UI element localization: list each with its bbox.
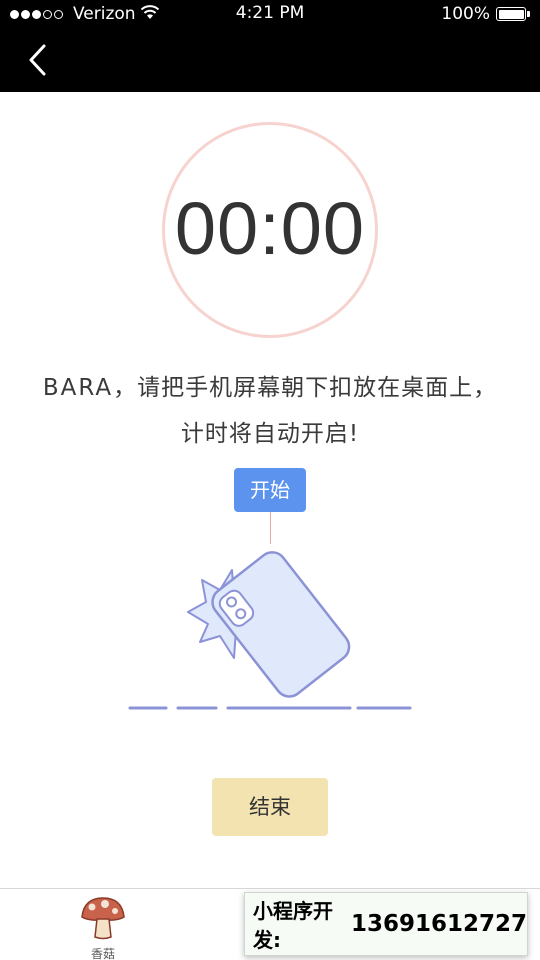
start-button[interactable]: 开始 xyxy=(234,468,306,512)
battery-icon xyxy=(496,7,526,21)
back-chevron-icon[interactable] xyxy=(22,42,58,78)
overlay-phone-number: 13691612727 xyxy=(350,911,527,937)
developer-contact-overlay: 小程序开发: 13691612727 xyxy=(244,892,528,956)
instruction-line-2: 计时将自动开启! xyxy=(180,421,360,447)
battery-percent: 100% xyxy=(441,4,490,24)
overlay-label: 小程序开发: xyxy=(253,899,333,952)
timer-ring: 00:00 xyxy=(162,122,378,338)
tab-label: 香菇 xyxy=(90,947,115,960)
status-bar: Verizon 4:21 PM 100% xyxy=(0,0,540,28)
phone-facedown-illustration xyxy=(128,551,412,710)
phone-icon xyxy=(211,551,351,698)
user-name: BARA xyxy=(42,375,114,401)
battery-status: 100% xyxy=(441,4,530,24)
tab-mushroom[interactable]: 香菇 xyxy=(66,893,140,960)
navigation-bar xyxy=(0,28,540,92)
timer-display: 00:00 xyxy=(174,187,366,270)
mushroom-icon xyxy=(81,897,125,940)
instruction-line-1: BARA，请把手机屏幕朝下扣放在桌面上， xyxy=(0,368,540,402)
end-button[interactable]: 结束 xyxy=(212,778,328,836)
pointer-line xyxy=(270,512,271,544)
instruction-text: ，请把手机屏幕朝下扣放在桌面上， xyxy=(113,375,498,401)
